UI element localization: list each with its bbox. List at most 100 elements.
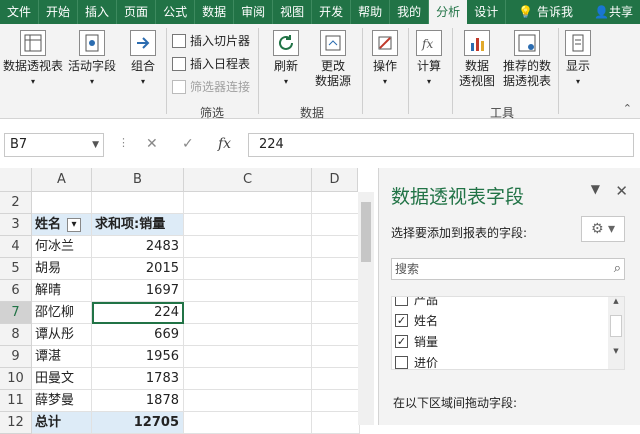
empty-cell[interactable] xyxy=(312,192,360,214)
empty-cell[interactable] xyxy=(312,346,360,368)
column-header-a[interactable]: A xyxy=(32,168,92,192)
pivot-row-name[interactable]: 薛梦曼 xyxy=(32,390,92,412)
tab-data[interactable]: 数据 xyxy=(195,0,235,24)
column-header-d[interactable]: D xyxy=(312,168,358,192)
insert-timeline-button[interactable]: 插入日程表 xyxy=(172,55,250,72)
tell-me[interactable]: 💡 告诉我 xyxy=(506,0,580,24)
empty-cell[interactable] xyxy=(312,324,360,346)
group-button[interactable]: 组合 ▾ xyxy=(124,30,162,89)
name-box[interactable]: B7 ▼ xyxy=(4,133,104,157)
scrollbar-thumb[interactable] xyxy=(361,202,371,262)
row-header[interactable]: 12 xyxy=(0,412,32,434)
pivot-value-header[interactable]: 求和项:销量 xyxy=(92,214,184,236)
row-header[interactable]: 7 xyxy=(0,302,32,324)
checkbox-unchecked[interactable] xyxy=(395,297,408,306)
vertical-scrollbar[interactable] xyxy=(358,192,374,425)
field-scrollbar-thumb[interactable] xyxy=(610,315,622,337)
pivot-row-name[interactable]: 谭湛 xyxy=(32,346,92,368)
tab-my[interactable]: 我的 xyxy=(390,0,430,24)
close-icon[interactable]: ✕ xyxy=(615,182,628,200)
empty-cell[interactable] xyxy=(312,214,360,236)
row-header[interactable]: 10 xyxy=(0,368,32,390)
scroll-up-icon[interactable]: ▲ xyxy=(608,297,624,305)
empty-cell[interactable] xyxy=(312,236,360,258)
pivot-value[interactable]: 1956 xyxy=(92,346,184,368)
field-list-scrollbar[interactable]: ▲ ▼ xyxy=(608,297,624,369)
pivot-row-name[interactable]: 谭从彤 xyxy=(32,324,92,346)
tab-analyze[interactable]: 分析 xyxy=(429,0,468,24)
scroll-down-icon[interactable]: ▼ xyxy=(608,347,624,355)
gear-icon[interactable]: ⚙ ▾ xyxy=(581,216,625,242)
empty-cell[interactable] xyxy=(184,258,312,280)
pivot-value[interactable]: 2015 xyxy=(92,258,184,280)
empty-cell[interactable] xyxy=(312,368,360,390)
row-header[interactable]: 9 xyxy=(0,346,32,368)
empty-cell[interactable] xyxy=(184,214,312,236)
grand-total-label[interactable]: 总计 xyxy=(32,412,92,434)
empty-cell[interactable] xyxy=(184,412,312,434)
insert-slicer-button[interactable]: 插入切片器 xyxy=(172,32,250,49)
pivot-value[interactable]: 2483 xyxy=(92,236,184,258)
row-header[interactable]: 5 xyxy=(0,258,32,280)
empty-cell[interactable] xyxy=(184,346,312,368)
tab-page-layout[interactable]: 页面 xyxy=(117,0,157,24)
insert-function-icon[interactable]: fx xyxy=(218,136,231,152)
enter-icon[interactable]: ✓ xyxy=(182,136,194,152)
calculations-button[interactable]: fx 计算 ▾ xyxy=(410,30,448,89)
checkbox-unchecked[interactable] xyxy=(395,355,408,369)
row-header[interactable]: 6 xyxy=(0,280,32,302)
pane-options-icon[interactable]: ▼ xyxy=(591,182,600,196)
cancel-icon[interactable]: ✕ xyxy=(146,136,158,152)
tab-insert[interactable]: 插入 xyxy=(78,0,118,24)
pivot-value[interactable]: 224 xyxy=(92,302,184,324)
empty-cell[interactable] xyxy=(312,390,360,412)
filter-connections-button[interactable]: 筛选器连接 xyxy=(172,78,250,95)
empty-cell[interactable] xyxy=(312,412,360,434)
pivottable-button[interactable]: 数据透视表 ▾ xyxy=(2,30,64,89)
field-item[interactable]: 产品 xyxy=(392,297,438,309)
tab-help[interactable]: 帮助 xyxy=(351,0,391,24)
empty-cell[interactable] xyxy=(312,258,360,280)
tab-file[interactable]: 文件 xyxy=(0,0,40,24)
pivot-row-name[interactable]: 胡易 xyxy=(32,258,92,280)
grand-total-value[interactable]: 12705 xyxy=(92,412,184,434)
pivot-row-name[interactable]: 解晴 xyxy=(32,280,92,302)
empty-cell[interactable] xyxy=(184,324,312,346)
pivot-row-name[interactable]: 田曼文 xyxy=(32,368,92,390)
empty-cell[interactable] xyxy=(184,390,312,412)
field-item[interactable]: ✓ 姓名 xyxy=(392,310,438,330)
empty-cell[interactable] xyxy=(184,368,312,390)
column-header-b[interactable]: B xyxy=(92,168,184,192)
empty-cell[interactable] xyxy=(184,302,312,324)
tab-developer[interactable]: 开发 xyxy=(312,0,352,24)
pivot-row-name[interactable] xyxy=(32,192,92,214)
tab-design[interactable]: 设计 xyxy=(467,0,507,24)
checkbox-checked[interactable]: ✓ xyxy=(395,334,408,348)
field-search-input[interactable]: 搜索 ⌕ xyxy=(391,258,625,280)
show-button[interactable]: 显示 ▾ xyxy=(560,30,596,89)
active-field-button[interactable]: 活动字段 ▾ xyxy=(66,30,118,89)
pivot-row-label-header[interactable]: 姓名 ▾ xyxy=(32,214,92,236)
change-data-source-button[interactable]: 更改 数据源 xyxy=(310,30,356,89)
row-header[interactable]: 11 xyxy=(0,390,32,412)
collapse-ribbon-icon[interactable]: ⌃ xyxy=(623,102,632,115)
select-all-corner[interactable] xyxy=(0,168,32,192)
pivot-value[interactable]: 1878 xyxy=(92,390,184,412)
pivotchart-button[interactable]: 数据 透视图 xyxy=(454,30,500,89)
pivot-value[interactable]: 1783 xyxy=(92,368,184,390)
empty-cell[interactable] xyxy=(184,236,312,258)
empty-cell[interactable] xyxy=(312,302,360,324)
actions-button[interactable]: 操作 ▾ xyxy=(366,30,404,89)
filter-dropdown-icon[interactable]: ▾ xyxy=(67,217,82,232)
tab-view[interactable]: 视图 xyxy=(273,0,313,24)
formula-input[interactable]: 224 xyxy=(248,133,634,157)
recommended-pivottables-button[interactable]: 推荐的数 据透视表 xyxy=(500,30,554,89)
row-header[interactable]: 4 xyxy=(0,236,32,258)
pivot-value[interactable]: 1697 xyxy=(92,280,184,302)
row-header[interactable]: 3 xyxy=(0,214,32,236)
tab-home[interactable]: 开始 xyxy=(39,0,79,24)
pivot-value[interactable] xyxy=(92,192,184,214)
empty-cell[interactable] xyxy=(184,280,312,302)
pivot-value[interactable]: 669 xyxy=(92,324,184,346)
refresh-button[interactable]: 刷新 ▾ xyxy=(266,30,306,89)
